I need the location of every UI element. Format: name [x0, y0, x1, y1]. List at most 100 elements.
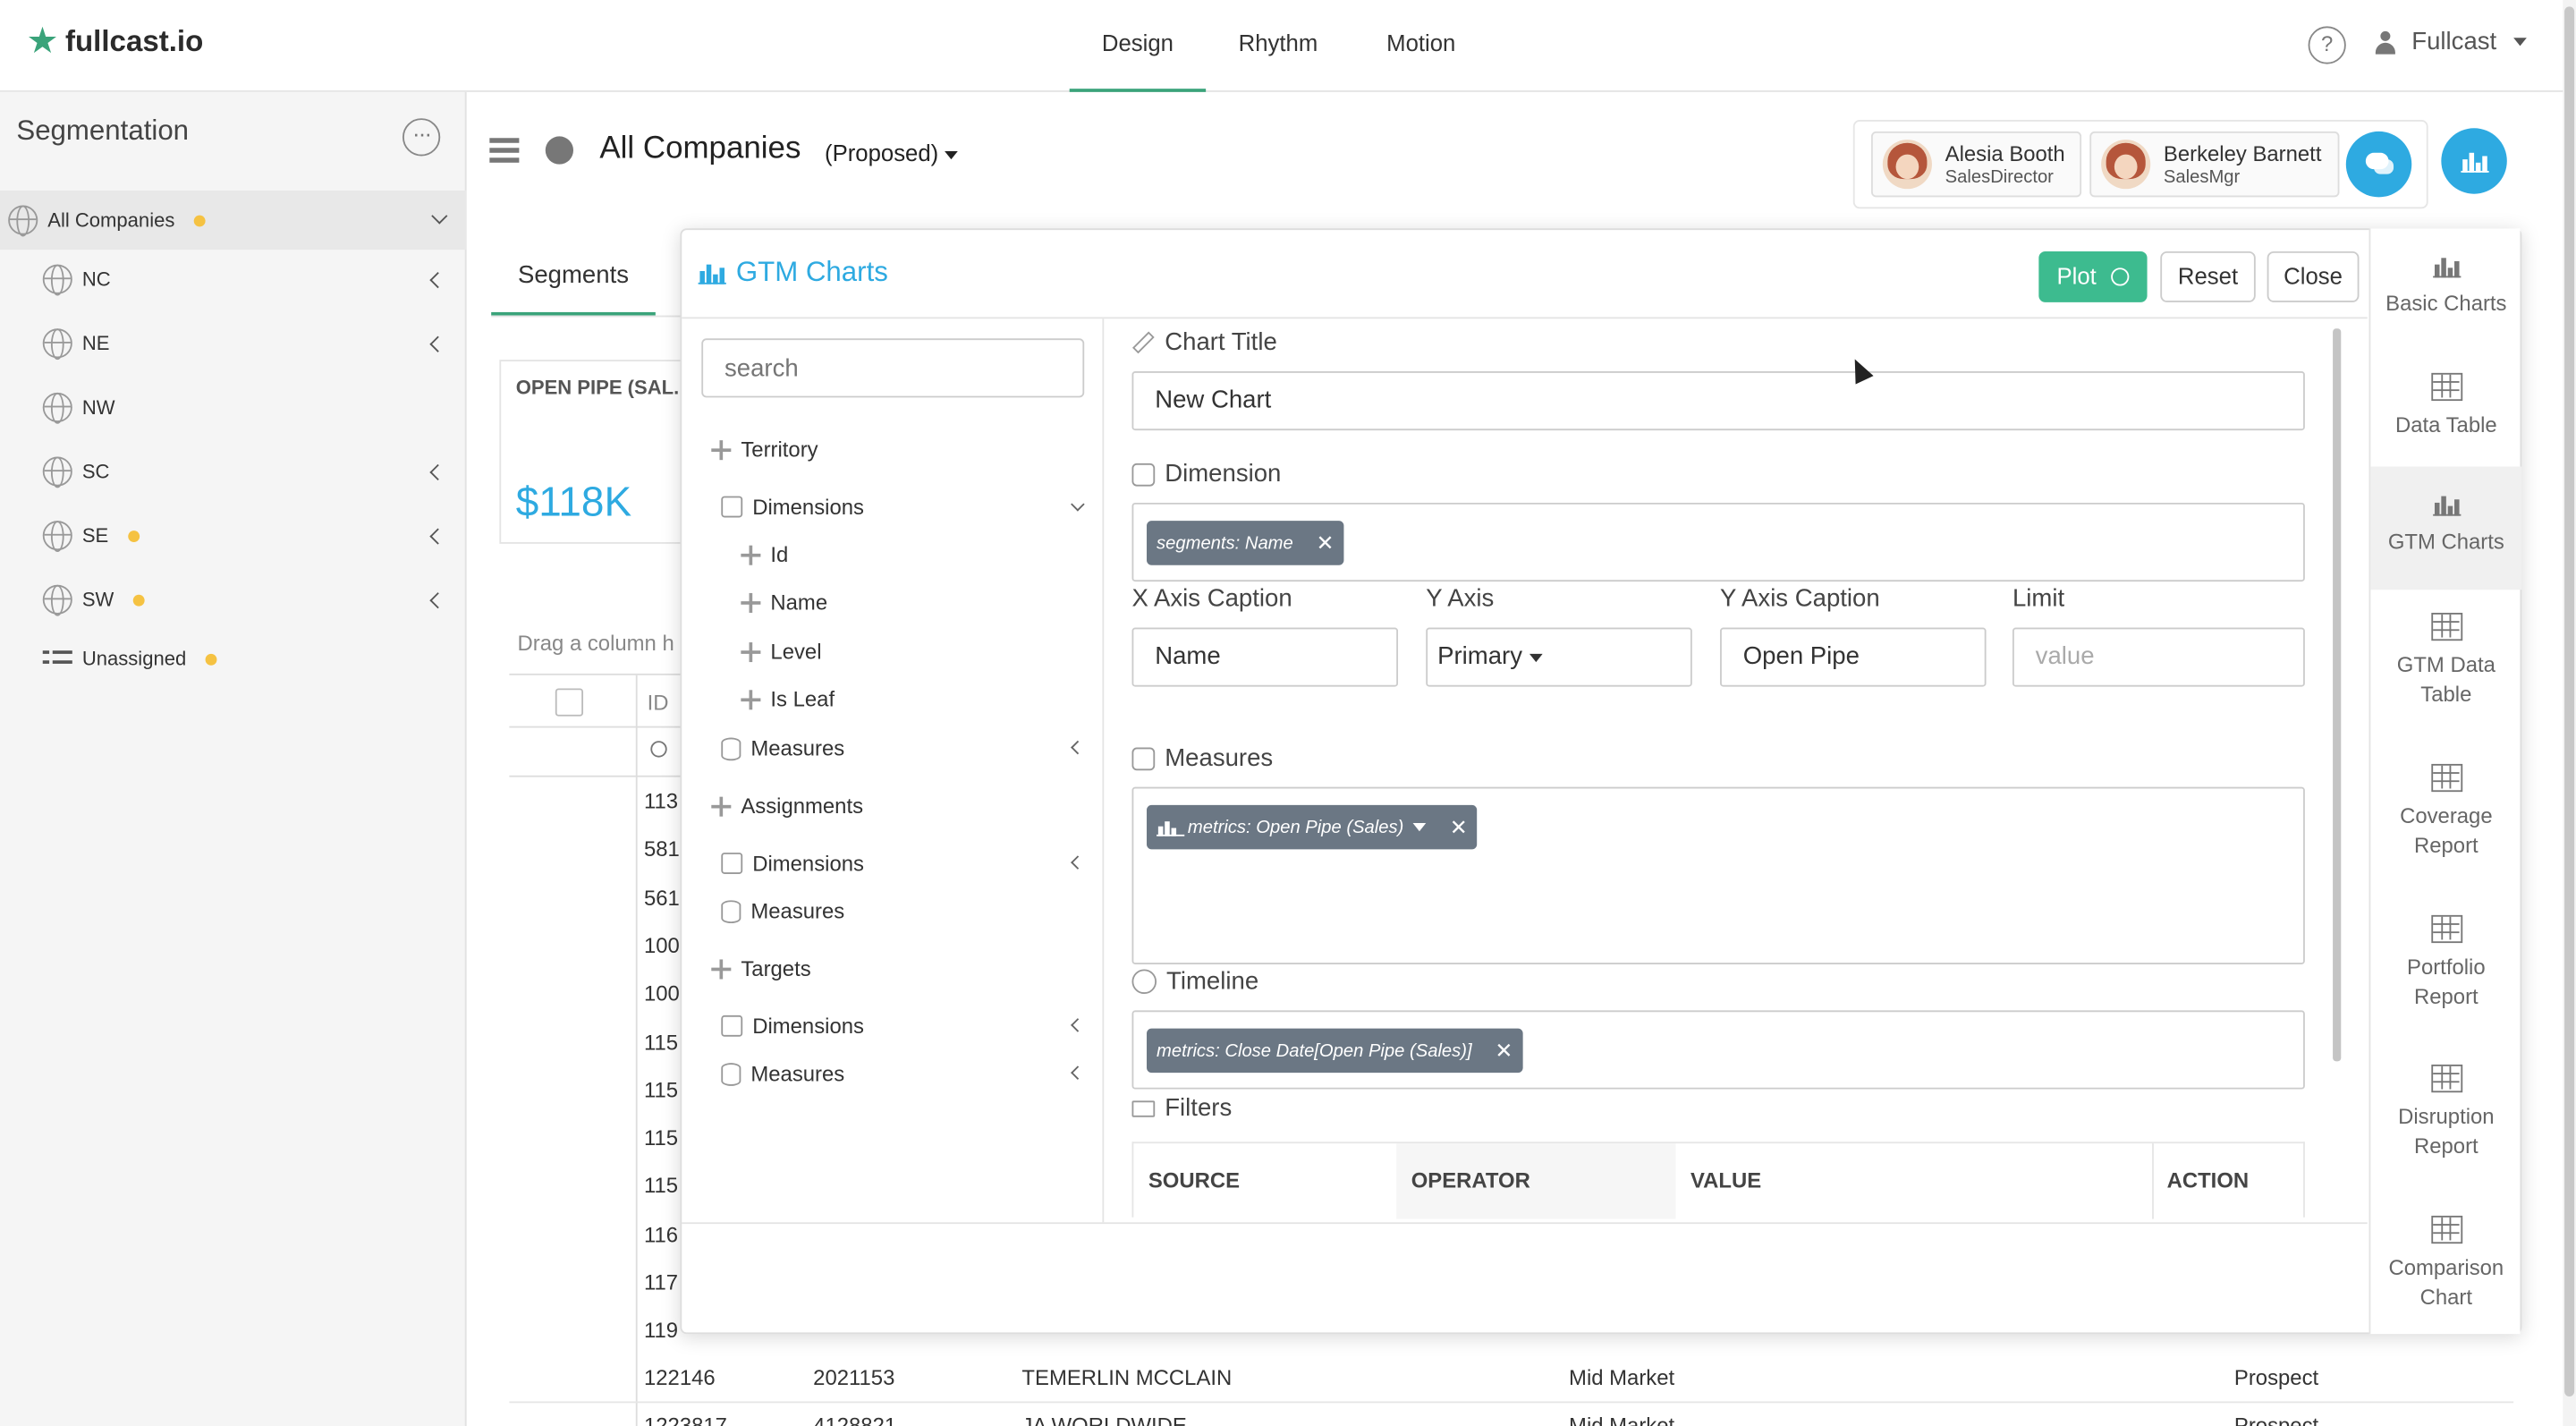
chevron-left-icon[interactable] — [429, 271, 446, 288]
tree-node-level[interactable]: Level — [741, 639, 821, 664]
tree-node-is-leaf[interactable]: Is Leaf — [741, 687, 835, 711]
collaborator-card[interactable]: Berkeley Barnett SalesMgr — [2089, 131, 2340, 198]
rail-item-comparison-chart[interactable]: Comparison Chart — [2370, 1215, 2521, 1331]
column-header-id[interactable]: ID — [648, 690, 669, 715]
chevron-down-icon[interactable] — [1071, 497, 1085, 512]
search-icon[interactable] — [650, 741, 667, 758]
limit-input[interactable]: value — [2012, 627, 2305, 687]
sidebar-item-nw[interactable]: NW — [0, 378, 467, 437]
charts-button[interactable] — [2441, 128, 2507, 194]
scrollbar[interactable] — [2333, 328, 2342, 1062]
help-icon[interactable]: ? — [2308, 26, 2346, 64]
tree-node-dimensions[interactable]: Dimensions — [721, 1014, 1086, 1039]
tree-node-id[interactable]: Id — [741, 542, 788, 567]
chevron-left-icon[interactable] — [1071, 1065, 1085, 1080]
kpi-card: OPEN PIPE (SAL... $118K — [499, 360, 690, 544]
nav-tab-motion[interactable]: Motion — [1363, 0, 1479, 92]
y-axis-select[interactable]: Primary — [1426, 627, 1692, 687]
nav-tab-rhythm[interactable]: Rhythm — [1223, 0, 1335, 92]
timeline-chip[interactable]: metrics: Close Date[Open Pipe (Sales)] ✕ — [1147, 1028, 1523, 1074]
sidebar-item-se[interactable]: SE — [0, 506, 467, 565]
column-header-action[interactable]: ACTION — [2152, 1143, 2307, 1219]
remove-icon[interactable]: ✕ — [1450, 814, 1468, 840]
tree-node-measures[interactable]: Measures — [721, 1061, 1086, 1086]
search-input[interactable] — [701, 338, 1085, 398]
x-axis-caption-label: X Axis Caption — [1131, 584, 1292, 613]
hamburger-menu-icon[interactable] — [489, 138, 520, 163]
chevron-left-icon[interactable] — [1071, 1018, 1085, 1032]
caret-down-icon — [945, 150, 959, 159]
sidebar-item-sc[interactable]: SC — [0, 442, 467, 501]
sidebar-item-unassigned[interactable]: Unassigned — [0, 629, 467, 688]
remove-icon[interactable]: ✕ — [1316, 530, 1334, 556]
chat-icon[interactable] — [2345, 131, 2412, 198]
caret-down-icon[interactable] — [1413, 823, 1428, 832]
chevron-left-icon[interactable] — [429, 527, 446, 544]
chevron-left-icon[interactable] — [429, 463, 446, 480]
chevron-left-icon[interactable] — [1071, 855, 1085, 870]
dimension-dropzone[interactable]: segments: Name ✕ — [1131, 502, 2305, 582]
tree-node-measures[interactable]: Measures — [721, 899, 844, 923]
table-cell: 1223817 — [643, 1413, 727, 1426]
sidebar-item-label: NE — [81, 331, 110, 355]
move-icon — [741, 592, 761, 613]
sidebar-item-label: NC — [81, 267, 111, 292]
table-icon — [2430, 763, 2462, 793]
sidebar-item-ne[interactable]: NE — [0, 314, 467, 373]
column-header-operator[interactable]: OPERATOR — [1396, 1143, 1676, 1219]
tree-node-dimensions[interactable]: Dimensions — [721, 495, 1086, 519]
column-header-source[interactable]: SOURCE — [1148, 1143, 1240, 1218]
rail-item-basic-charts[interactable]: Basic Charts — [2370, 251, 2521, 353]
remove-icon[interactable]: ✕ — [1495, 1038, 1513, 1064]
column-header-value[interactable]: VALUE — [1690, 1143, 1761, 1218]
fullcast-logo[interactable]: ★ fullcast.io — [26, 22, 203, 59]
table-cell-id: 115 — [643, 1173, 679, 1199]
tab-segments[interactable]: Segments — [491, 243, 656, 316]
page-scrollbar[interactable] — [2563, 0, 2576, 1426]
select-all-checkbox[interactable] — [555, 688, 584, 717]
x-axis-caption-input[interactable]: Name — [1131, 627, 1399, 687]
tree-node-targets[interactable]: Targets — [711, 956, 811, 980]
rail-item-data-table[interactable]: Data Table — [2370, 372, 2521, 475]
more-options-icon[interactable]: ··· — [402, 118, 441, 157]
close-button[interactable]: Close — [2267, 250, 2360, 302]
measure-chip[interactable]: metrics: Open Pipe (Sales) ✕ — [1147, 804, 1478, 850]
rail-item-portfolio-report[interactable]: Portfolio Report — [2370, 914, 2521, 1053]
reset-button[interactable]: Reset — [2160, 250, 2256, 302]
tree-node-territory[interactable]: Territory — [711, 437, 818, 462]
chevron-left-icon[interactable] — [429, 335, 446, 352]
nav-tab-design[interactable]: Design — [1069, 0, 1207, 92]
chevron-left-icon[interactable] — [1071, 740, 1085, 755]
table-cell: 2021153 — [813, 1365, 895, 1390]
rail-item-coverage-report[interactable]: Coverage Report — [2370, 763, 2521, 902]
bar-chart-icon — [2461, 149, 2489, 173]
tree-node-label: Level — [770, 639, 822, 664]
rail-item-disruption-report[interactable]: Disruption Report — [2370, 1064, 2521, 1202]
chevron-left-icon[interactable] — [429, 591, 446, 608]
y-axis-caption-input[interactable]: Open Pipe — [1720, 627, 1987, 687]
plot-button[interactable]: Plot — [2038, 250, 2148, 302]
sidebar-item-nc[interactable]: NC — [0, 250, 467, 309]
rail-item-gtm-data-table[interactable]: GTM Data Table — [2370, 612, 2521, 751]
cube-icon — [1131, 462, 1156, 486]
sidebar-item-all-companies[interactable]: All Companies — [0, 191, 467, 250]
collaborator-card[interactable]: Alesia Booth SalesDirector — [1871, 131, 2082, 198]
measures-dropzone[interactable]: metrics: Open Pipe (Sales) ✕ — [1131, 786, 2305, 964]
rail-item-gtm-charts[interactable]: GTM Charts — [2370, 466, 2522, 590]
chevron-down-icon[interactable] — [431, 208, 448, 225]
tree-node-measures[interactable]: Measures — [721, 736, 1086, 760]
status-dot — [133, 593, 146, 606]
tree-node-dimensions[interactable]: Dimensions — [721, 851, 1086, 876]
table-cell: Mid Market — [1569, 1365, 1675, 1390]
chip-label: metrics: Open Pipe (Sales) — [1187, 817, 1404, 837]
tree-node-name[interactable]: Name — [741, 590, 827, 615]
tree-node-label: Dimensions — [752, 1014, 864, 1039]
scenario-dropdown[interactable]: (Proposed) — [825, 140, 959, 166]
dimension-chip[interactable]: segments: Name ✕ — [1147, 521, 1344, 565]
chart-title-input[interactable]: New Chart — [1131, 371, 2305, 431]
table-cell-id: 113 — [643, 788, 679, 814]
user-menu[interactable]: Fullcast — [2375, 28, 2527, 55]
sidebar-item-sw[interactable]: SW — [0, 570, 467, 629]
tree-node-assignments[interactable]: Assignments — [711, 794, 863, 819]
timeline-dropzone[interactable]: metrics: Close Date[Open Pipe (Sales)] ✕ — [1131, 1010, 2305, 1090]
